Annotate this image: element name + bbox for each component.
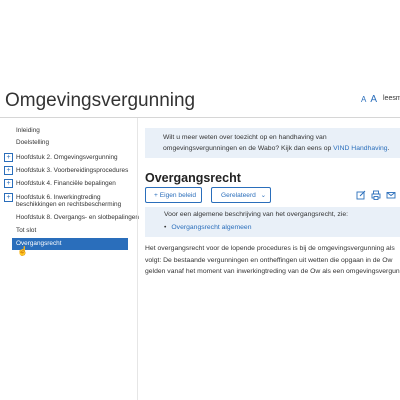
own-policy-button[interactable]: + Eigen beleid <box>145 187 202 203</box>
info-box: Wilt u meer weten over toezicht op en ha… <box>145 128 400 158</box>
edit-icon[interactable] <box>356 190 366 200</box>
description-text: Voor een algemene beschrijving van het o… <box>164 211 349 218</box>
pointer-cursor-icon: ☝ <box>17 246 29 256</box>
overgangsrecht-algemeen-link[interactable]: Overgangsrecht algemeen <box>171 224 251 231</box>
sidebar-item-inleiding[interactable]: Inleiding <box>4 127 40 134</box>
body-text: Het overgangsrecht voor de lopende proce… <box>145 245 400 275</box>
read-aloud-button[interactable]: leesmo <box>383 95 400 102</box>
plus-icon[interactable]: + <box>4 166 13 175</box>
related-dropdown-button[interactable]: Gerelateerd ⌄ <box>211 187 271 203</box>
section-title: Overgangsrecht <box>145 171 241 185</box>
plus-icon: + <box>154 192 158 199</box>
font-size-controls: AA <box>361 94 381 105</box>
sidebar-item-hoofdstuk-8[interactable]: Hoofdstuk 8. Overgangs- en slotbepalinge… <box>4 214 139 221</box>
description-box: Voor een algemene beschrijving van het o… <box>145 207 400 237</box>
sidebar-item-tot-slot[interactable]: Tot slot <box>4 227 36 234</box>
list-item: • Overgangsrecht algemeen <box>164 224 252 231</box>
sidebar-item-hoofdstuk-6-line2: beschikkingen en rechtsbescherming <box>16 201 122 208</box>
sidebar-item-doelstelling[interactable]: Doelstelling <box>4 139 49 146</box>
font-larger-button[interactable]: A <box>370 94 377 105</box>
sidebar: Inleiding Doelstelling + Hoofdstuk 2. Omg… <box>0 118 139 400</box>
print-icon[interactable] <box>371 190 381 200</box>
sidebar-item-hoofdstuk-2[interactable]: + Hoofdstuk 2. Omgevingsvergunning <box>4 153 118 162</box>
plus-icon[interactable]: + <box>4 153 13 162</box>
sidebar-item-overgangsrecht[interactable]: Overgangsrecht <box>12 238 128 250</box>
page-title: Omgevingsvergunning <box>5 90 196 111</box>
mail-icon[interactable] <box>386 190 396 200</box>
info-text: Wilt u meer weten over toezicht op en ha… <box>163 134 390 152</box>
sidebar-item-hoofdstuk-3[interactable]: + Hoofdstuk 3. Voorbereidingsprocedures <box>4 166 128 175</box>
chevron-down-icon: ⌄ <box>260 192 267 199</box>
sidebar-item-hoofdstuk-4[interactable]: + Hoofdstuk 4. Financiële bepalingen <box>4 179 116 188</box>
vind-handhaving-link[interactable]: VIND Handhaving <box>333 145 387 152</box>
sidebar-divider <box>137 118 138 400</box>
font-smaller-button[interactable]: A <box>361 95 366 104</box>
plus-icon[interactable]: + <box>4 179 13 188</box>
